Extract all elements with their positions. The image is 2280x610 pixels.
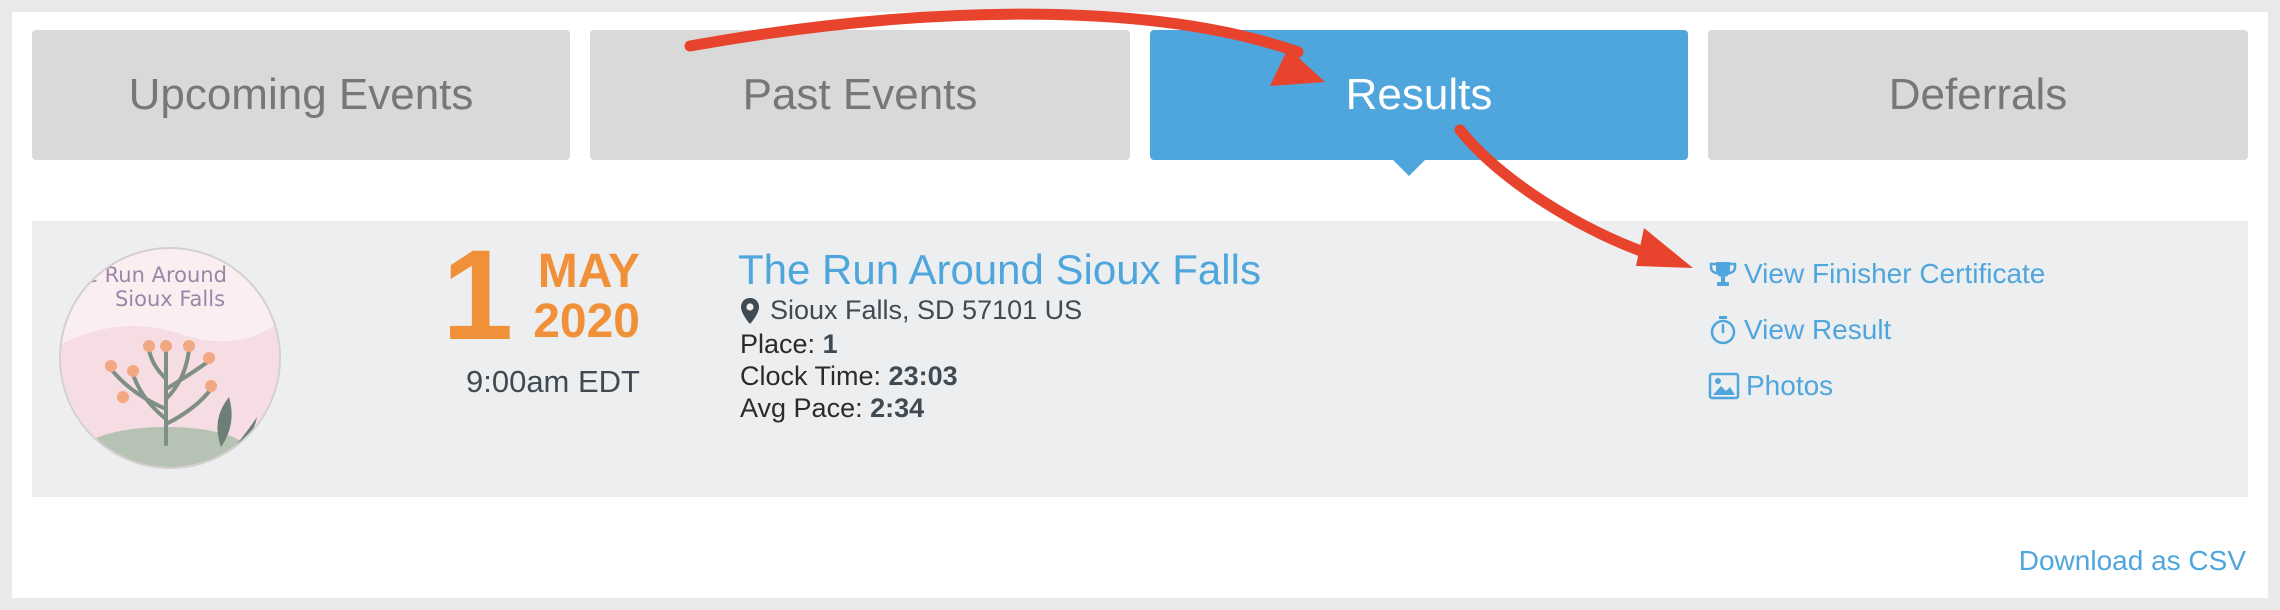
- stopwatch-icon: [1710, 316, 1736, 345]
- stat-avg-pace: Avg Pace: 2:34: [740, 393, 924, 424]
- event-location-text: Sioux Falls, SD 57101 US: [770, 295, 1083, 325]
- map-pin-icon: [741, 297, 759, 324]
- stat-place-value: 1: [822, 329, 838, 359]
- event-date-year: 2020: [533, 295, 640, 348]
- event-location: Sioux Falls, SD 57101 US: [740, 295, 1082, 326]
- stat-clock-time-value: 23:03: [888, 361, 958, 391]
- view-finisher-certificate-label: View Finisher Certificate: [1744, 258, 2046, 289]
- event-date-month: MAY: [537, 245, 640, 298]
- stat-avg-pace-label: Avg Pace:: [740, 393, 863, 423]
- view-result-link[interactable]: View Result: [1708, 314, 1891, 346]
- photo-icon: [1708, 372, 1740, 400]
- stat-avg-pace-value: 2:34: [870, 393, 925, 423]
- tab-deferrals[interactable]: Deferrals: [1708, 30, 2248, 160]
- tab-results[interactable]: Results: [1150, 30, 1688, 160]
- tab-past-events[interactable]: Past Events: [590, 30, 1130, 160]
- active-tab-pointer: [1393, 160, 1425, 176]
- photos-link[interactable]: Photos: [1708, 370, 1833, 402]
- stat-clock-time: Clock Time: 23:03: [740, 361, 958, 392]
- stat-place: Place: 1: [740, 329, 838, 360]
- view-finisher-certificate-link[interactable]: View Finisher Certificate: [1708, 258, 2045, 290]
- tab-upcoming-events[interactable]: Upcoming Events: [32, 30, 570, 160]
- event-title-link[interactable]: The Run Around Sioux Falls: [738, 246, 1261, 294]
- photos-label: Photos: [1746, 370, 1834, 401]
- event-logo: e Run Around Sioux Falls: [59, 247, 281, 469]
- trophy-icon: [1709, 262, 1737, 286]
- download-csv-link[interactable]: Download as CSV: [2019, 545, 2246, 577]
- logo-plant-illustration: [61, 322, 279, 467]
- event-date-day: 1: [442, 224, 514, 367]
- stat-place-label: Place:: [740, 329, 816, 359]
- view-result-label: View Result: [1744, 314, 1892, 345]
- stat-clock-time-label: Clock Time:: [740, 361, 882, 391]
- event-start-time: 9:00am EDT: [465, 364, 640, 399]
